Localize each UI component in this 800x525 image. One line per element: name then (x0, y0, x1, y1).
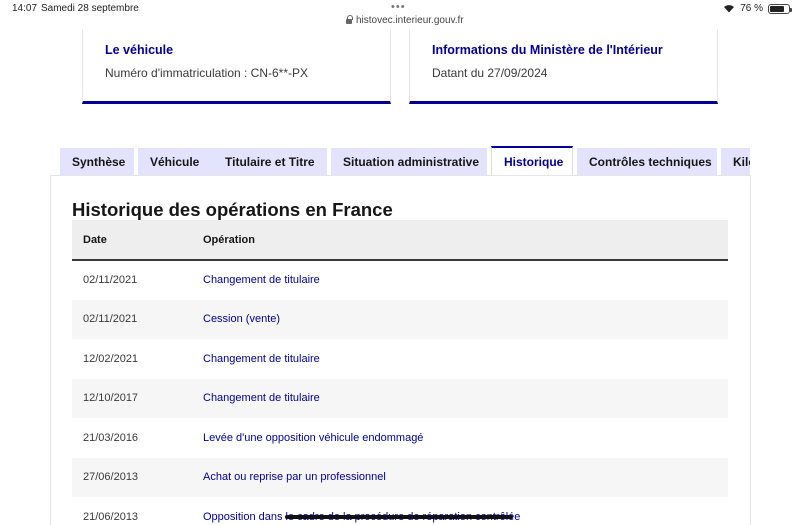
address-url: histovec.interieur.gouv.fr (356, 15, 464, 26)
battery-percent: 76 % (740, 3, 763, 14)
table-row: 27/06/2013 Achat ou reprise par un profe… (72, 457, 728, 497)
tab-titulaire-et-titre[interactable]: Titulaire et Titre (213, 148, 327, 176)
tab-bar: Synthèse Véhicule Titulaire et Titre Sit… (60, 146, 750, 176)
row-date: 02/11/2021 (83, 274, 138, 287)
tab-kilometrage[interactable]: Kilo (721, 148, 750, 176)
status-date: Samedi 28 septembre (41, 3, 139, 14)
lock-icon (346, 15, 353, 24)
ministry-info-card: Informations du Ministère de l'Intérieur… (409, 30, 718, 104)
registration-number: Numéro d'immatriculation : CN-6**-PX (105, 66, 309, 80)
address-bar[interactable]: histovec.interieur.gouv.fr (346, 15, 464, 26)
vehicle-card-title: Le véhicule (105, 43, 174, 57)
row-operation[interactable]: Opposition dans le cadre de la procédure… (203, 497, 728, 525)
vehicle-card: Le véhicule Numéro d'immatriculation : C… (82, 30, 391, 104)
history-table: Date Opération 02/11/2021 Changement de … (72, 220, 728, 525)
row-date: 21/03/2016 (83, 431, 139, 444)
row-date: 12/10/2017 (72, 378, 203, 418)
table-row: 02/11/2021 Changement de titulaire (72, 260, 728, 300)
row-date: 21/06/2013 (83, 510, 139, 523)
row-date: 02/11/2021 (72, 299, 203, 339)
wifi-icon (723, 4, 735, 13)
table-row: 02/11/2021 Cession (vente) (72, 299, 728, 339)
row-operation[interactable]: Changement de titulaire (203, 378, 728, 418)
tab-historique[interactable]: Historique (491, 146, 573, 176)
battery-icon (768, 3, 792, 14)
tab-controles-techniques[interactable]: Contrôles techniques (577, 148, 717, 176)
row-date: 12/02/2021 (83, 352, 139, 365)
home-indicator[interactable] (285, 515, 513, 519)
table-row: 21/03/2016 Levée d'une opposition véhicu… (72, 418, 728, 458)
row-operation[interactable]: Changement de titulaire (203, 339, 728, 379)
row-date: 27/06/2013 (72, 457, 203, 497)
more-dots-icon[interactable]: ••• (391, 1, 406, 13)
row-operation[interactable]: Achat ou reprise par un professionnel (203, 457, 728, 497)
row-operation[interactable]: Changement de titulaire (203, 260, 728, 300)
ministry-card-title: Informations du Ministère de l'Intérieur (432, 43, 663, 57)
table-row: 12/02/2021 Changement de titulaire (72, 339, 728, 379)
table-row: 21/06/2013 Opposition dans le cadre de l… (72, 497, 728, 525)
table-row: 12/10/2017 Changement de titulaire (72, 378, 728, 418)
row-operation[interactable]: Levée d'une opposition véhicule endommag… (203, 418, 728, 458)
tab-synthese[interactable]: Synthèse (60, 148, 134, 176)
table-header-row: Date Opération (72, 220, 728, 261)
row-operation[interactable]: Cession (vente) (203, 299, 728, 339)
page-title: Historique des opérations en France (72, 199, 393, 220)
status-bar: 14:07 Samedi 28 septembre ••• histovec.i… (0, 0, 800, 30)
info-date: Datant du 27/09/2024 (432, 66, 548, 80)
column-header-operation: Opération (203, 220, 728, 261)
column-header-date: Date (72, 220, 203, 261)
tab-situation-administrative[interactable]: Situation administrative (331, 148, 487, 176)
status-time: 14:07 (12, 3, 38, 14)
